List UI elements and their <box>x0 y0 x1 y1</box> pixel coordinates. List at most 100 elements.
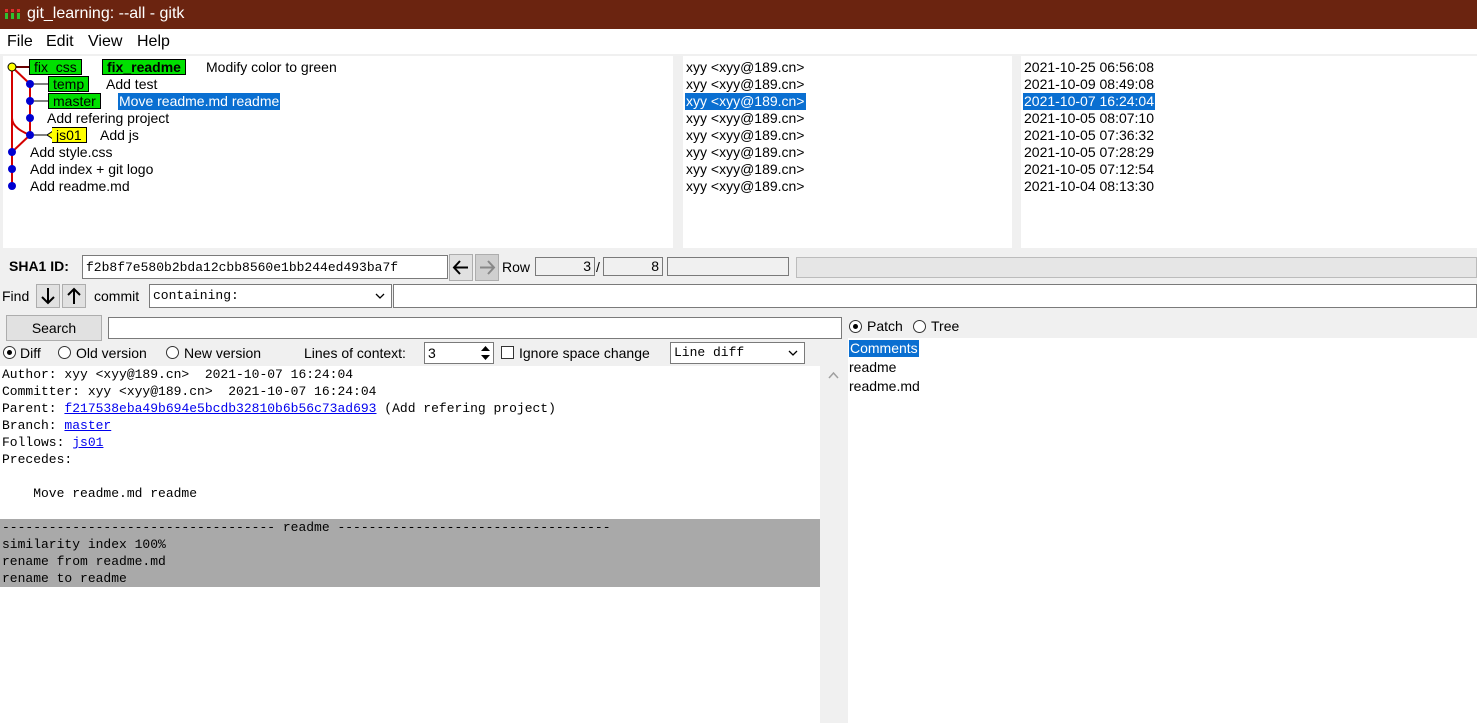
ref-js01[interactable]: js01 <box>52 127 87 143</box>
commit-message[interactable]: Add js <box>100 127 139 144</box>
search-button[interactable]: Search <box>6 315 102 341</box>
sha1-label: SHA1 ID: <box>9 258 69 274</box>
commit-author-selected[interactable]: xyy <xyy@189.cn> <box>685 93 806 110</box>
commit-date[interactable]: 2021-10-04 08:13:30 <box>1024 178 1154 195</box>
progress-field <box>667 257 789 276</box>
follows-link[interactable]: js01 <box>72 435 103 450</box>
window-title: git_learning: --all - gitk <box>27 5 185 22</box>
row-separator: / <box>596 259 600 275</box>
ref-fix-readme[interactable]: fix_readme <box>102 59 186 75</box>
new-version-label[interactable]: New version <box>184 345 261 361</box>
commit-author[interactable]: xyy <xyy@189.cn> <box>686 76 805 93</box>
new-version-radio[interactable] <box>166 346 179 359</box>
commit-author[interactable]: xyy <xyy@189.cn> <box>686 59 805 76</box>
row-current: 3 <box>535 257 595 276</box>
branch-line: Branch: master <box>2 418 112 433</box>
file-item-comments[interactable]: Comments <box>849 340 919 357</box>
file-list-pane[interactable]: Comments readme readme.md <box>848 338 1477 723</box>
ref-master[interactable]: master <box>48 93 101 109</box>
author-line: Author: xyy <xyy@189.cn> 2021-10-07 16:2… <box>2 367 354 382</box>
row-label: Row <box>502 259 531 275</box>
commit-author[interactable]: xyy <xyy@189.cn> <box>686 161 805 178</box>
ref-fix-css[interactable]: fix_css <box>29 59 82 75</box>
scroll-up-icon[interactable] <box>828 371 839 379</box>
forward-button[interactable] <box>475 254 499 281</box>
context-lines-value: 3 <box>428 345 436 361</box>
commit-date-pane[interactable]: 2021-10-25 06:56:08 2021-10-09 08:49:08 … <box>1021 56 1477 248</box>
commit-details-pane[interactable]: Author: xyy <xyy@189.cn> 2021-10-07 16:2… <box>0 366 820 723</box>
commit-graph-pane[interactable]: fix_css fix_readme Modify color to green… <box>3 56 673 248</box>
commit-message[interactable]: Add readme.md <box>30 178 130 195</box>
menu-edit[interactable]: Edit <box>46 33 74 51</box>
sha1-input[interactable] <box>82 255 448 279</box>
find-up-button[interactable] <box>62 284 86 308</box>
tree-label[interactable]: Tree <box>931 318 959 334</box>
diff-line: rename from readme.md <box>2 554 166 569</box>
commit-message[interactable]: Modify color to green <box>206 59 337 76</box>
ignore-space-label[interactable]: Ignore space change <box>519 345 650 361</box>
old-version-label[interactable]: Old version <box>76 345 147 361</box>
commit-date[interactable]: 2021-10-05 07:36:32 <box>1024 127 1154 144</box>
line-diff-value: Line diff <box>674 345 745 360</box>
parent-sha-link[interactable]: f217538eba49b694e5bcdb32810b6b56c73ad693 <box>64 401 376 416</box>
commit-message[interactable]: Add index + git logo <box>30 161 153 178</box>
menu-bar: File Edit View Help <box>0 29 1477 54</box>
chevron-down-icon <box>788 350 798 356</box>
committer-line: Committer: xyy <xyy@189.cn> 2021-10-07 1… <box>2 384 377 399</box>
parent-line: Parent: f217538eba49b694e5bcdb32810b6b56… <box>2 401 556 416</box>
diff-hunk: ----------------------------------- read… <box>0 519 820 587</box>
search-input[interactable] <box>108 317 842 339</box>
details-scrollbar[interactable] <box>820 366 847 723</box>
follows-line: Follows: js01 <box>2 435 104 450</box>
commit-author[interactable]: xyy <xyy@189.cn> <box>686 178 805 195</box>
find-label: Find <box>2 288 30 304</box>
commit-message-selected[interactable]: Move readme.md readme <box>118 93 281 110</box>
branch-link[interactable]: master <box>64 418 111 433</box>
diff-line: similarity index 100% <box>2 537 166 552</box>
spin-arrows-icon[interactable] <box>480 344 491 362</box>
menu-file[interactable]: File <box>7 33 33 51</box>
context-lines-label: Lines of context: <box>304 345 406 361</box>
commit-author[interactable]: xyy <xyy@189.cn> <box>686 127 805 144</box>
ref-temp[interactable]: temp <box>48 76 90 92</box>
status-bar <box>796 257 1477 278</box>
commit-date[interactable]: 2021-10-05 07:28:29 <box>1024 144 1154 161</box>
gitk-app-icon <box>5 9 20 19</box>
commit-author-pane[interactable]: xyy <xyy@189.cn> xyy <xyy@189.cn> xyy <x… <box>683 56 1012 248</box>
patch-label[interactable]: Patch <box>867 318 903 334</box>
menu-help[interactable]: Help <box>137 33 170 51</box>
old-version-radio[interactable] <box>58 346 71 359</box>
arrow-down-icon <box>41 288 55 305</box>
find-mode-select[interactable]: containing: <box>149 284 392 308</box>
commit-date[interactable]: 2021-10-05 08:07:10 <box>1024 110 1154 127</box>
commit-date[interactable]: 2021-10-05 07:12:54 <box>1024 161 1154 178</box>
tree-radio[interactable] <box>913 320 926 333</box>
diff-label[interactable]: Diff <box>20 345 41 361</box>
context-lines-spinbox[interactable]: 3 <box>424 342 494 364</box>
file-item[interactable]: readme.md <box>849 378 920 395</box>
menu-view[interactable]: View <box>88 33 122 51</box>
find-mode-value: containing: <box>153 288 239 303</box>
find-down-button[interactable] <box>36 284 60 308</box>
commit-date[interactable]: 2021-10-25 06:56:08 <box>1024 59 1154 76</box>
arrow-left-icon <box>452 260 468 275</box>
find-commit-label: commit <box>94 288 140 304</box>
diff-file-header: ----------------------------------- read… <box>2 520 611 535</box>
row-total: 8 <box>603 257 663 276</box>
commit-message-body: Move readme.md readme <box>2 486 198 501</box>
back-button[interactable] <box>449 254 473 281</box>
commit-author[interactable]: xyy <xyy@189.cn> <box>686 144 805 161</box>
commit-date-selected[interactable]: 2021-10-07 16:24:04 <box>1023 93 1155 110</box>
commit-message[interactable]: Add refering project <box>47 110 169 127</box>
arrow-up-icon <box>67 287 81 304</box>
commit-date[interactable]: 2021-10-09 08:49:08 <box>1024 76 1154 93</box>
line-diff-select[interactable]: Line diff <box>670 342 805 364</box>
commit-message[interactable]: Add test <box>106 76 157 93</box>
commit-author[interactable]: xyy <xyy@189.cn> <box>686 110 805 127</box>
file-item[interactable]: readme <box>849 359 896 376</box>
find-input[interactable] <box>393 284 1477 308</box>
ignore-space-checkbox[interactable] <box>501 346 514 359</box>
diff-radio[interactable] <box>3 346 16 359</box>
commit-message[interactable]: Add style.css <box>30 144 112 161</box>
patch-radio[interactable] <box>849 320 862 333</box>
